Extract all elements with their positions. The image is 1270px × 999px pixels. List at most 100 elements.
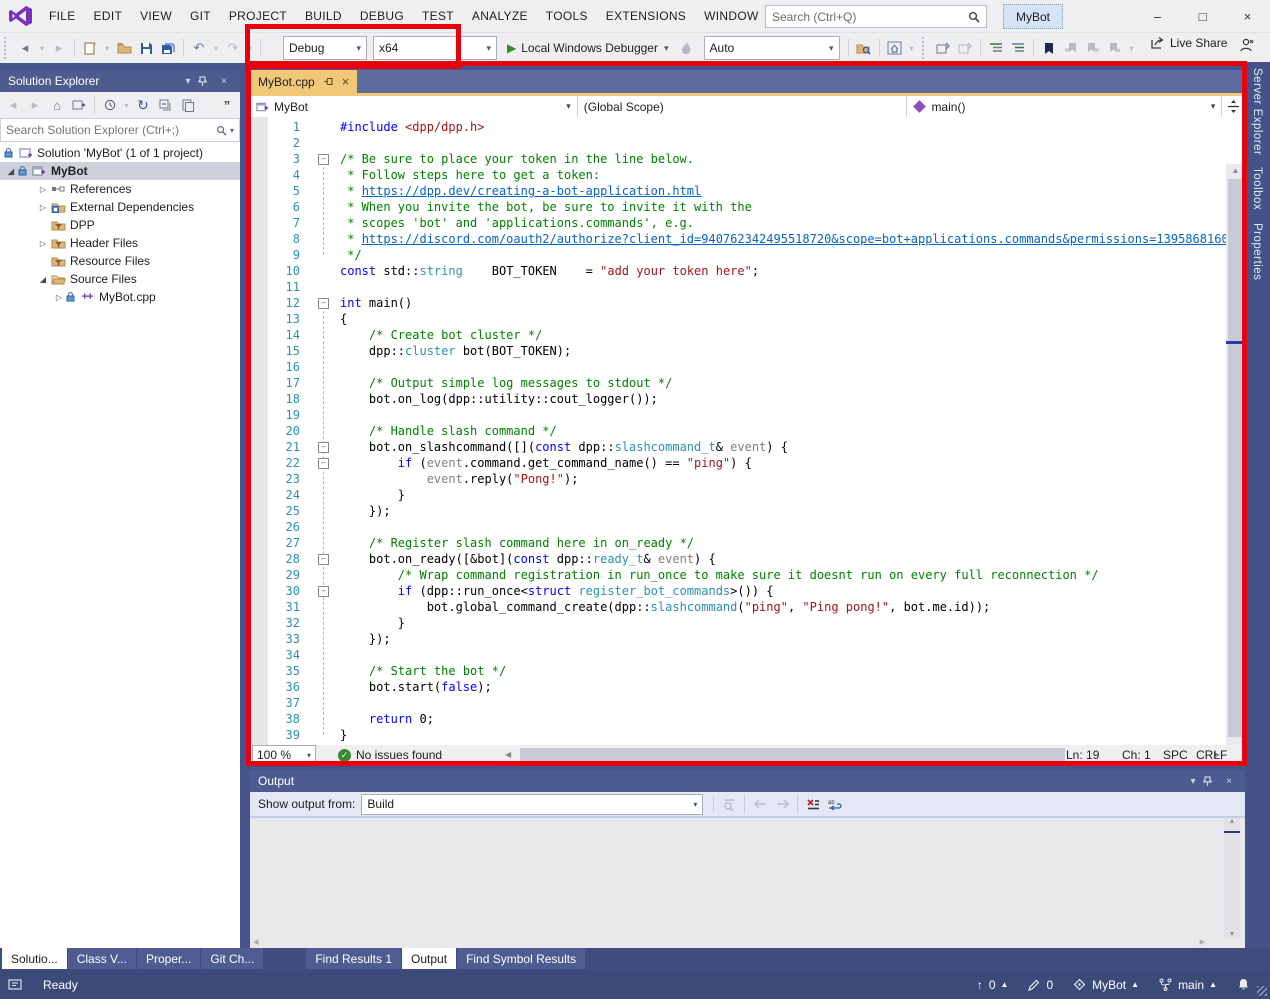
previous-message-icon[interactable] <box>750 793 770 815</box>
code-line-1[interactable]: 1#include <dpp/dpp.h> <box>250 119 1225 135</box>
tool-tab-find-symbol-results[interactable]: Find Symbol Results <box>457 948 585 969</box>
tool-tab-proper[interactable]: Proper... <box>137 948 200 969</box>
menu-project[interactable]: PROJECT <box>220 0 296 32</box>
fold-collapse-icon[interactable]: – <box>318 442 329 453</box>
platform-combo[interactable]: x64 ▾ <box>373 36 497 60</box>
quick-search-box[interactable]: Search (Ctrl+Q) <box>765 5 987 28</box>
home-icon[interactable] <box>885 37 905 59</box>
outgoing-commits-button[interactable]: ↑ 0 ▲ <box>977 978 1009 992</box>
chevron-down-icon[interactable]: ▾ <box>1185 776 1201 787</box>
close-icon[interactable]: × <box>216 76 232 87</box>
collapse-all-icon[interactable] <box>155 94 175 116</box>
tool-tab-git-ch[interactable]: Git Ch... <box>201 948 263 969</box>
insert-mode-indicator[interactable]: SPC <box>1163 745 1188 765</box>
line-indicator[interactable]: Ln: 19 <box>1066 745 1099 765</box>
search-icon[interactable] <box>968 11 980 23</box>
solution-explorer-titlebar[interactable]: Solution Explorer ▾ × <box>0 70 240 92</box>
navigate-back-icon[interactable]: ◂ <box>15 37 35 59</box>
code-line-22[interactable]: 22– if (event.command.get_command_name()… <box>250 455 1225 471</box>
notifications-bell-icon[interactable] <box>1237 978 1250 991</box>
tool-tab-class-v[interactable]: Class V... <box>68 948 136 969</box>
code-line-12[interactable]: 12–int main() <box>250 295 1225 311</box>
fold-collapse-icon[interactable]: – <box>318 154 329 165</box>
menu-build[interactable]: BUILD <box>296 0 351 32</box>
menu-analyze[interactable]: ANALYZE <box>463 0 537 32</box>
scroll-up-icon[interactable]: ▲ <box>1224 818 1240 825</box>
code-editor[interactable]: 1#include <dpp/dpp.h>23–/* Be sure to pl… <box>250 117 1245 745</box>
home-icon[interactable]: ⌂ <box>47 94 67 116</box>
tree-item-source-files[interactable]: ◢Source Files <box>0 270 240 288</box>
close-icon[interactable]: × <box>342 74 350 89</box>
code-line-23[interactable]: 23 event.reply("Pong!"); <box>250 471 1225 487</box>
tree-item-mybot-cpp[interactable]: ▷++MyBot.cpp <box>0 288 240 306</box>
pin-icon[interactable] <box>323 77 334 86</box>
code-line-16[interactable]: 16 <box>250 359 1225 375</box>
pin-icon[interactable] <box>198 76 214 87</box>
side-tab-server-explorer[interactable]: Server Explorer <box>1251 62 1263 161</box>
back-icon[interactable]: ◂ <box>3 94 23 116</box>
search-options-dropdown-icon[interactable]: ▾ <box>230 126 234 135</box>
code-line-34[interactable]: 34 <box>250 647 1225 663</box>
step-icon[interactable] <box>955 37 975 59</box>
hot-reload-icon[interactable] <box>677 37 697 59</box>
toolbar-drag-handle[interactable] <box>4 37 10 59</box>
scroll-up-icon[interactable]: ▲ <box>1226 164 1245 178</box>
navigate-back-dropdown-icon[interactable]: ▾ <box>37 37 47 59</box>
redo-dropdown-icon[interactable]: ▾ <box>245 37 255 59</box>
code-line-4[interactable]: 4 * Follow steps here to get a token: <box>250 167 1225 183</box>
expand-icon[interactable]: ▷ <box>36 185 50 194</box>
save-all-icon[interactable] <box>158 37 178 59</box>
menu-git[interactable]: GIT <box>181 0 220 32</box>
minimize-icon[interactable]: – <box>1135 0 1180 32</box>
code-line-11[interactable]: 11 <box>250 279 1225 295</box>
code-line-15[interactable]: 15 dpp::cluster bot(BOT_TOKEN); <box>250 343 1225 359</box>
chevron-down-icon[interactable]: ▾ <box>180 76 196 87</box>
code-line-39[interactable]: 39} <box>250 727 1225 743</box>
code-line-30[interactable]: 30– if (dpp::run_once<struct register_bo… <box>250 583 1225 599</box>
code-line-6[interactable]: 6 * When you invite the bot, be sure to … <box>250 199 1225 215</box>
expand-icon[interactable]: ▷ <box>36 239 50 248</box>
fold-collapse-icon[interactable]: – <box>318 298 329 309</box>
code-line-8[interactable]: 8 * https://discord.com/oauth2/authorize… <box>250 231 1225 247</box>
toolbar-overflow-icon[interactable]: ” <box>217 94 237 116</box>
fold-collapse-icon[interactable]: – <box>318 554 329 565</box>
side-tab-properties[interactable]: Properties <box>1251 217 1263 286</box>
next-message-icon[interactable] <box>772 793 792 815</box>
code-line-3[interactable]: 3–/* Be sure to place your token in the … <box>250 151 1225 167</box>
menu-extensions[interactable]: EXTENSIONS <box>597 0 695 32</box>
tool-tab-find-results-1[interactable]: Find Results 1 <box>306 948 401 969</box>
pending-changes-filter-icon[interactable] <box>100 94 120 116</box>
menu-debug[interactable]: DEBUG <box>351 0 413 32</box>
auto-combo[interactable]: Auto ▾ <box>704 36 840 60</box>
navigate-forward-icon[interactable]: ▸ <box>49 37 69 59</box>
switch-views-icon[interactable] <box>69 94 89 116</box>
line-indent-icon[interactable] <box>986 37 1006 59</box>
code-line-28[interactable]: 28– bot.on_ready([&bot](const dpp::ready… <box>250 551 1225 567</box>
repository-button[interactable]: MyBot ▲ <box>1073 978 1139 992</box>
line-ending-indicator[interactable]: CRLF <box>1196 745 1227 765</box>
start-debugging-button[interactable]: ▶ Local Windows Debugger ▾ <box>507 41 669 55</box>
tree-item-solution-mybot-1-of-1-project[interactable]: Solution 'MyBot' (1 of 1 project) <box>0 144 240 162</box>
code-line-35[interactable]: 35 /* Start the bot */ <box>250 663 1225 679</box>
refresh-icon[interactable]: ↻ <box>133 94 153 116</box>
code-line-32[interactable]: 32 } <box>250 615 1225 631</box>
output-titlebar[interactable]: Output ▾ × <box>250 770 1245 792</box>
scope-combo[interactable]: (Global Scope) ▾ <box>578 96 908 117</box>
clear-bookmarks-icon[interactable] <box>1105 37 1125 59</box>
filter-dropdown-icon[interactable]: ▾ <box>122 94 131 116</box>
show-all-files-icon[interactable] <box>177 94 197 116</box>
code-line-5[interactable]: 5 * https://dpp.dev/creating-a-bot-appli… <box>250 183 1225 199</box>
code-line-36[interactable]: 36 bot.start(false); <box>250 679 1225 695</box>
menu-test[interactable]: TEST <box>413 0 463 32</box>
split-window-icon[interactable] <box>1221 96 1245 117</box>
resize-grip[interactable] <box>1257 986 1267 996</box>
editor-vertical-scrollbar[interactable]: ▲ ▼ <box>1226 164 1245 745</box>
new-dropdown-icon[interactable]: ▾ <box>102 37 112 59</box>
scroll-left-icon[interactable]: ◀ <box>253 938 258 946</box>
project-scope-combo[interactable]: MyBot ▾ <box>250 96 578 117</box>
editor-horizontal-scrollbar[interactable]: ◀ ▶ <box>505 747 1220 763</box>
feedback-smiley-icon[interactable] <box>8 979 23 991</box>
pin-icon[interactable] <box>1203 776 1219 787</box>
document-tab-mybot-cpp[interactable]: MyBot.cpp × <box>250 70 357 93</box>
code-line-26[interactable]: 26 <box>250 519 1225 535</box>
